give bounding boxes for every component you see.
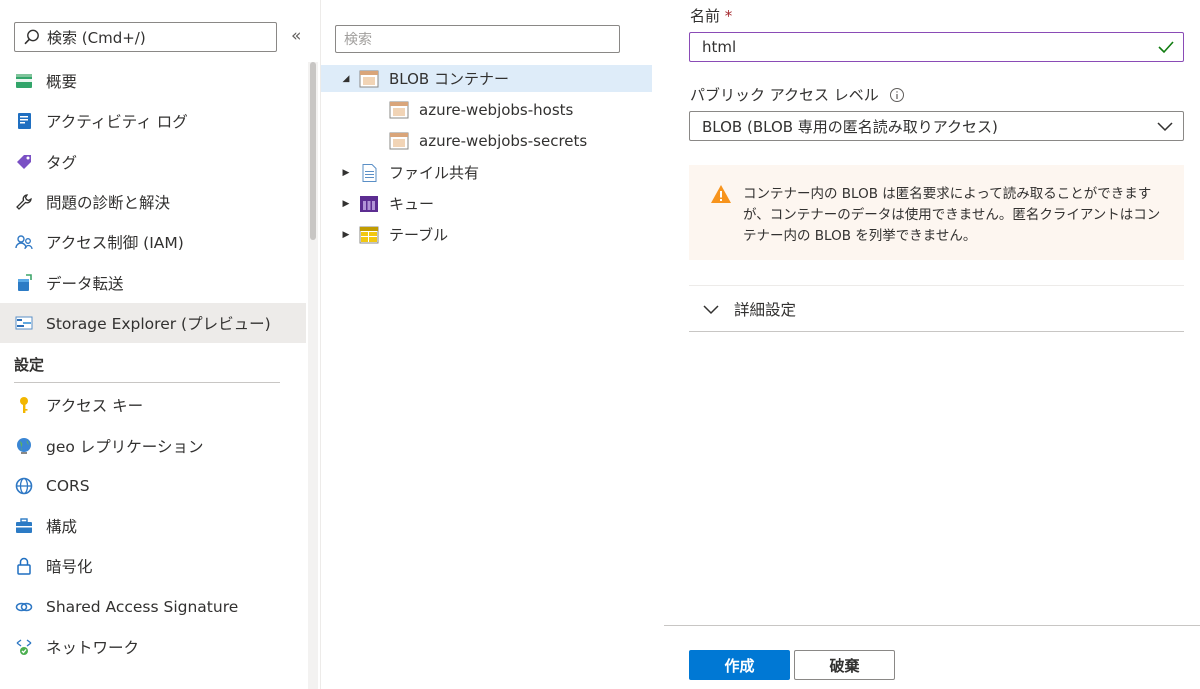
panel-footer: 作成 破棄 bbox=[664, 625, 1200, 689]
menu-item-label: geo レプリケーション bbox=[46, 437, 204, 456]
create-button[interactable]: 作成 bbox=[689, 650, 790, 680]
tree-node-label: テーブル bbox=[389, 226, 449, 244]
menu-item-label: CORS bbox=[46, 476, 90, 495]
globe-icon bbox=[14, 436, 34, 456]
menu-search-placeholder: 検索 (Cmd+/) bbox=[47, 28, 146, 47]
tree-node-label: ファイル共有 bbox=[389, 164, 480, 182]
advanced-settings-toggle[interactable]: 詳細設定 bbox=[689, 285, 1184, 332]
menu-item-diagnose[interactable]: 問題の診断と解決 bbox=[0, 182, 306, 222]
network-icon bbox=[14, 637, 34, 657]
menu-item-configuration[interactable]: 構成 bbox=[0, 506, 306, 546]
access-level-label: パブリック アクセス レベル bbox=[690, 84, 905, 105]
name-label-text: 名前 bbox=[690, 7, 721, 25]
menu-item-activity-log[interactable]: アクティビティ ログ bbox=[0, 101, 306, 141]
menu-scrollbar[interactable] bbox=[308, 62, 318, 689]
menu-item-label: タグ bbox=[46, 153, 78, 172]
discard-button[interactable]: 破棄 bbox=[794, 650, 895, 680]
configuration-icon bbox=[14, 516, 34, 536]
collapsed-caret-icon[interactable]: ▶ bbox=[339, 199, 353, 209]
menu-item-label: 概要 bbox=[46, 73, 78, 92]
search-icon bbox=[24, 29, 39, 45]
tree-search-input[interactable]: 検索 bbox=[335, 25, 620, 53]
checkmark-icon bbox=[1158, 41, 1174, 54]
menu-item-label: アクセス制御 (IAM) bbox=[46, 234, 184, 253]
menu-item-overview[interactable]: 概要 bbox=[0, 61, 306, 101]
menu-item-label: アクセス キー bbox=[46, 397, 144, 416]
menu-item-encryption[interactable]: 暗号化 bbox=[0, 546, 306, 586]
menu-item-label: 構成 bbox=[46, 518, 78, 537]
menu-item-cors[interactable]: CORS bbox=[0, 466, 306, 506]
menu-item-access-keys[interactable]: アクセス キー bbox=[0, 385, 306, 425]
info-icon[interactable] bbox=[889, 87, 905, 103]
key-icon bbox=[14, 395, 34, 415]
container-icon bbox=[389, 132, 409, 149]
menu-section-settings: 設定 bbox=[0, 343, 306, 385]
menu-item-storage-explorer[interactable]: Storage Explorer (プレビュー) bbox=[0, 302, 306, 344]
resource-menu: 検索 (Cmd+/) « 概要 アクティビティ ログ タグ 問題の診断と解決 ア… bbox=[0, 0, 318, 689]
overview-icon bbox=[14, 71, 34, 91]
access-level-selected: BLOB (BLOB 専用の匿名読み取りアクセス) bbox=[702, 117, 998, 136]
menu-search-input[interactable]: 検索 (Cmd+/) bbox=[14, 22, 277, 52]
chevron-down-icon bbox=[703, 304, 719, 314]
container-name-input[interactable]: html bbox=[689, 32, 1184, 62]
data-transfer-icon bbox=[14, 273, 34, 293]
menu-item-geo-replication[interactable]: geo レプリケーション bbox=[0, 425, 306, 465]
tree-node-label: azure-webjobs-hosts bbox=[419, 100, 574, 119]
menu-item-iam[interactable]: アクセス制御 (IAM) bbox=[0, 222, 306, 262]
tree-node-queues[interactable]: ▶ キュー bbox=[321, 190, 653, 217]
menu-item-label: 問題の診断と解決 bbox=[46, 194, 171, 213]
tree-node-label: キュー bbox=[389, 195, 435, 213]
cors-icon bbox=[14, 476, 34, 496]
tree-node-label: azure-webjobs-secrets bbox=[419, 131, 588, 150]
tag-icon bbox=[14, 152, 34, 172]
lock-icon bbox=[14, 556, 34, 576]
expanded-caret-icon[interactable]: ◢ bbox=[339, 74, 353, 84]
menu-item-label: 暗号化 bbox=[46, 558, 93, 577]
queue-icon bbox=[360, 195, 378, 212]
menu-item-tags[interactable]: タグ bbox=[0, 142, 306, 182]
menu-item-label: Storage Explorer (プレビュー) bbox=[46, 314, 271, 333]
collapsed-caret-icon[interactable]: ▶ bbox=[339, 168, 353, 178]
access-level-label-text: パブリック アクセス レベル bbox=[690, 86, 879, 104]
warning-text: コンテナー内の BLOB は匿名要求によって読み取ることができますが、コンテナー… bbox=[743, 186, 1161, 244]
tree-node-container[interactable]: azure-webjobs-hosts bbox=[321, 96, 653, 123]
name-label: 名前 * bbox=[690, 5, 732, 26]
iam-icon bbox=[14, 232, 34, 252]
menu-item-label: Shared Access Signature bbox=[46, 597, 239, 616]
container-name-value: html bbox=[702, 38, 737, 56]
menu-list: 概要 アクティビティ ログ タグ 問題の診断と解決 アクセス制御 (IAM) デ… bbox=[0, 61, 306, 667]
tree-search-placeholder: 検索 bbox=[344, 32, 372, 48]
required-mark: * bbox=[724, 7, 733, 25]
tree-node-tables[interactable]: ▶ テーブル bbox=[321, 221, 653, 248]
menu-scrollbar-thumb[interactable] bbox=[310, 62, 316, 240]
collapsed-caret-icon[interactable]: ▶ bbox=[339, 230, 353, 240]
table-icon bbox=[359, 226, 379, 243]
tree-node-container[interactable]: azure-webjobs-secrets bbox=[321, 127, 653, 154]
chevron-down-icon bbox=[1157, 122, 1173, 132]
create-container-panel: 名前 * html パブリック アクセス レベル BLOB (BLOB 専用の匿… bbox=[652, 0, 1200, 689]
menu-item-network[interactable]: ネットワーク bbox=[0, 627, 306, 667]
menu-item-label: データ転送 bbox=[46, 274, 124, 293]
tree-node-blob-containers[interactable]: ◢ BLOB コンテナー bbox=[321, 65, 653, 92]
link-icon bbox=[14, 597, 34, 617]
tree-node-label: BLOB コンテナー bbox=[389, 70, 509, 88]
blob-container-icon bbox=[359, 70, 379, 87]
menu-item-label: アクティビティ ログ bbox=[46, 113, 188, 132]
advanced-settings-label: 詳細設定 bbox=[734, 300, 797, 319]
warning-message: コンテナー内の BLOB は匿名要求によって読み取ることができますが、コンテナー… bbox=[689, 165, 1184, 260]
container-icon bbox=[389, 101, 409, 118]
storage-explorer-tree: 検索 ◢ BLOB コンテナー azure-webjobs-hosts azur… bbox=[320, 0, 653, 689]
activity-log-icon bbox=[14, 111, 34, 131]
wrench-icon bbox=[14, 192, 34, 212]
menu-item-data-transfer[interactable]: データ転送 bbox=[0, 262, 306, 302]
warning-icon bbox=[711, 185, 731, 203]
menu-item-label: ネットワーク bbox=[46, 639, 140, 657]
file-share-icon bbox=[362, 163, 377, 182]
storage-explorer-icon bbox=[14, 313, 34, 333]
tree-node-file-shares[interactable]: ▶ ファイル共有 bbox=[321, 159, 653, 186]
access-level-dropdown[interactable]: BLOB (BLOB 専用の匿名読み取りアクセス) bbox=[689, 111, 1184, 141]
menu-item-sas[interactable]: Shared Access Signature bbox=[0, 587, 306, 627]
collapse-menu-button[interactable]: « bbox=[291, 26, 301, 46]
